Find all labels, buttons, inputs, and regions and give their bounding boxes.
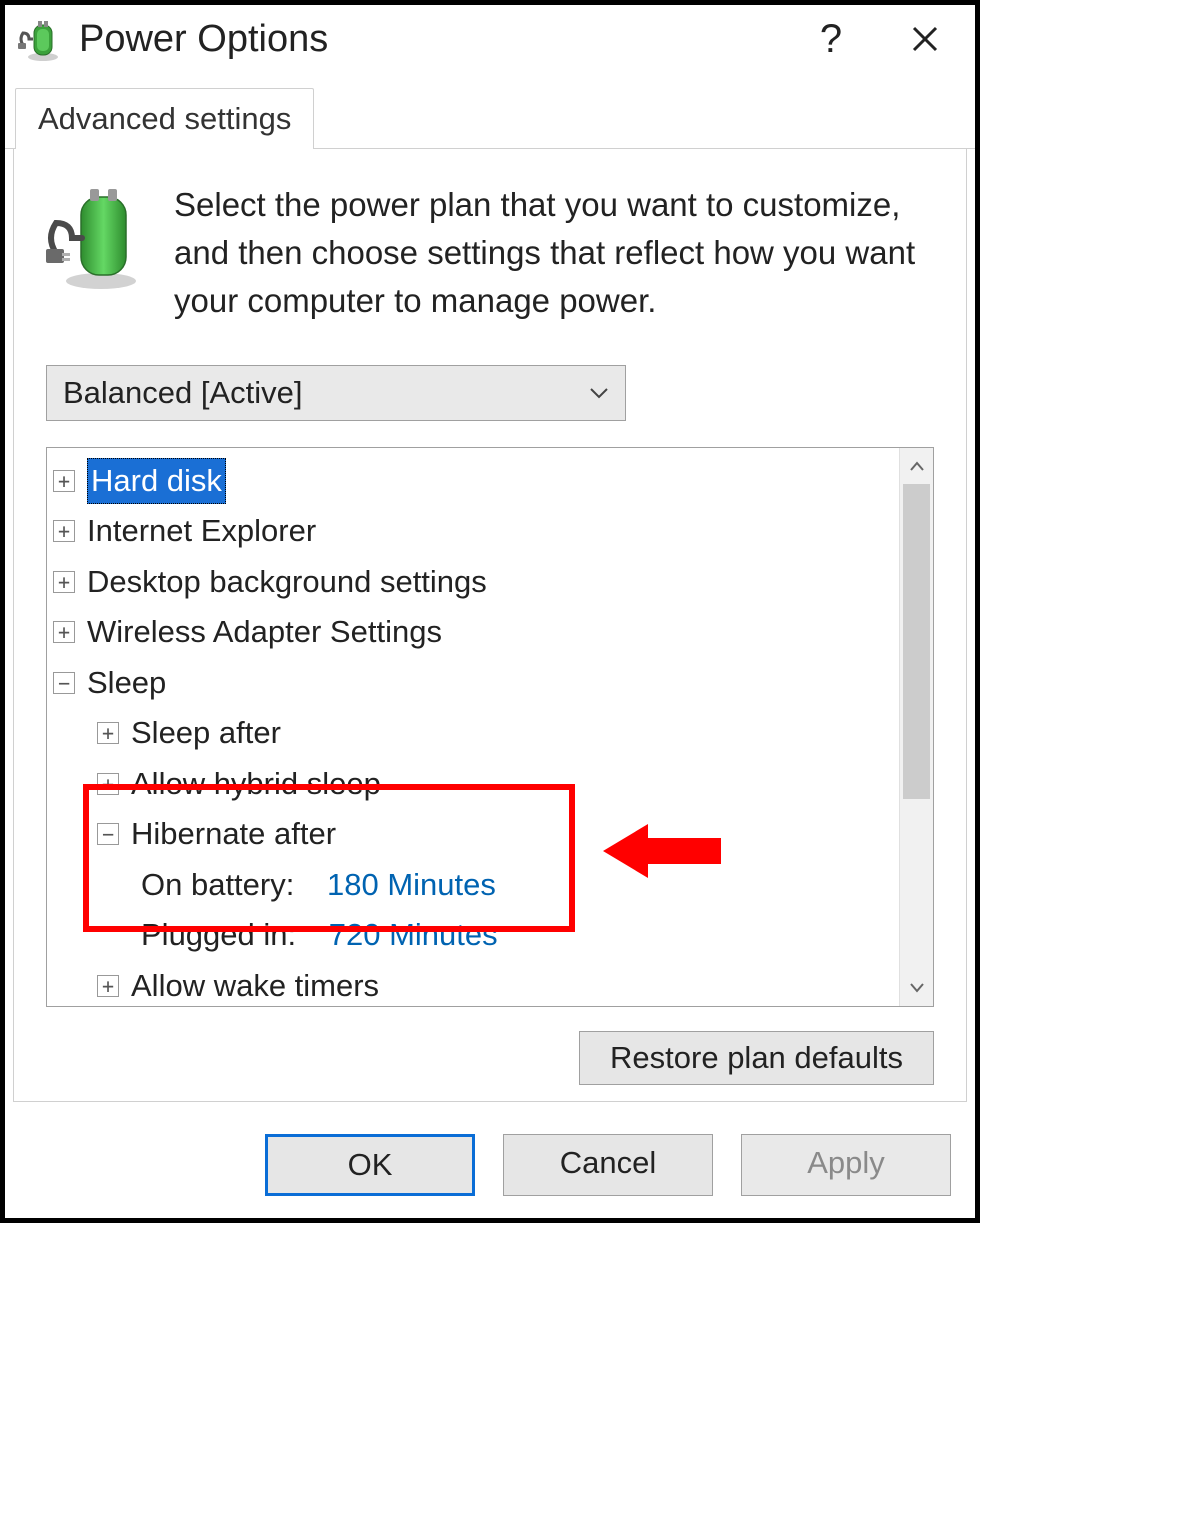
node-label: Sleep [87, 660, 166, 707]
scrollbar[interactable] [899, 448, 933, 1006]
node-label: Hard disk [87, 458, 226, 505]
tab-panel: Select the power plan that you want to c… [13, 149, 967, 1102]
node-label: Desktop background settings [87, 559, 487, 606]
dialog-footer: OK Cancel Apply [5, 1120, 975, 1218]
expand-icon[interactable]: + [53, 520, 75, 542]
tabstrip: Advanced settings [5, 87, 975, 149]
expand-icon[interactable]: + [97, 773, 119, 795]
node-label: Internet Explorer [87, 508, 316, 555]
close-button[interactable] [903, 17, 947, 61]
tree-node-desktop-background[interactable]: + Desktop background settings [53, 557, 893, 608]
node-label: Allow hybrid sleep [131, 761, 381, 808]
intro-text: Select the power plan that you want to c… [174, 181, 934, 325]
leaf-value[interactable]: 180 Minutes [327, 862, 496, 909]
power-plan-dropdown[interactable]: Balanced [Active] [46, 365, 626, 421]
power-plan-selected: Balanced [Active] [63, 375, 303, 411]
node-label: Allow wake timers [131, 963, 379, 1006]
titlebar: Power Options ? [5, 5, 975, 73]
tree-node-hibernate-after[interactable]: − Hibernate after [53, 809, 893, 860]
restore-defaults-button[interactable]: Restore plan defaults [579, 1031, 934, 1085]
settings-tree: + Hard disk + Internet Explorer + Deskto… [46, 447, 934, 1007]
tab-advanced-settings[interactable]: Advanced settings [15, 88, 314, 149]
tree-node-allow-hybrid-sleep[interactable]: + Allow hybrid sleep [53, 759, 893, 810]
scroll-thumb[interactable] [903, 484, 930, 800]
tree-node-sleep-after[interactable]: + Sleep after [53, 708, 893, 759]
node-label: Wireless Adapter Settings [87, 609, 442, 656]
expand-icon[interactable]: + [53, 571, 75, 593]
intro-row: Select the power plan that you want to c… [46, 181, 934, 325]
scroll-track[interactable] [900, 484, 933, 970]
tree-node-hard-disk[interactable]: + Hard disk [53, 456, 893, 507]
expand-icon[interactable]: + [53, 470, 75, 492]
ok-button[interactable]: OK [265, 1134, 475, 1196]
tree-node-sleep[interactable]: − Sleep [53, 658, 893, 709]
leaf-value[interactable]: 720 Minutes [329, 912, 498, 959]
window-title: Power Options [79, 18, 793, 61]
tree-leaf-on-battery[interactable]: On battery: 180 Minutes [53, 860, 893, 911]
chevron-down-icon [589, 386, 609, 400]
node-label: Sleep after [131, 710, 281, 757]
tree-node-internet-explorer[interactable]: + Internet Explorer [53, 506, 893, 557]
leaf-label: Plugged in: [141, 912, 296, 959]
tree-content: + Hard disk + Internet Explorer + Deskto… [47, 448, 899, 1006]
tree-node-allow-wake-timers[interactable]: + Allow wake timers [53, 961, 893, 1006]
apply-button: Apply [741, 1134, 951, 1196]
scroll-down-icon[interactable] [900, 970, 933, 1006]
cancel-button[interactable]: Cancel [503, 1134, 713, 1196]
power-options-icon [15, 15, 63, 63]
expand-icon[interactable]: + [97, 975, 119, 997]
close-icon [910, 24, 940, 54]
power-options-dialog: Power Options ? Advanced settings [0, 0, 980, 1223]
expand-icon[interactable]: + [97, 722, 119, 744]
help-button[interactable]: ? [809, 17, 853, 61]
tree-node-wireless-adapter[interactable]: + Wireless Adapter Settings [53, 607, 893, 658]
expand-icon[interactable]: + [53, 621, 75, 643]
leaf-label: On battery: [141, 862, 294, 909]
collapse-icon[interactable]: − [53, 672, 75, 694]
scroll-up-icon[interactable] [900, 448, 933, 484]
tree-leaf-plugged-in[interactable]: Plugged in: 720 Minutes [53, 910, 893, 961]
node-label: Hibernate after [131, 811, 336, 858]
collapse-icon[interactable]: − [97, 823, 119, 845]
battery-plan-icon [46, 183, 146, 293]
